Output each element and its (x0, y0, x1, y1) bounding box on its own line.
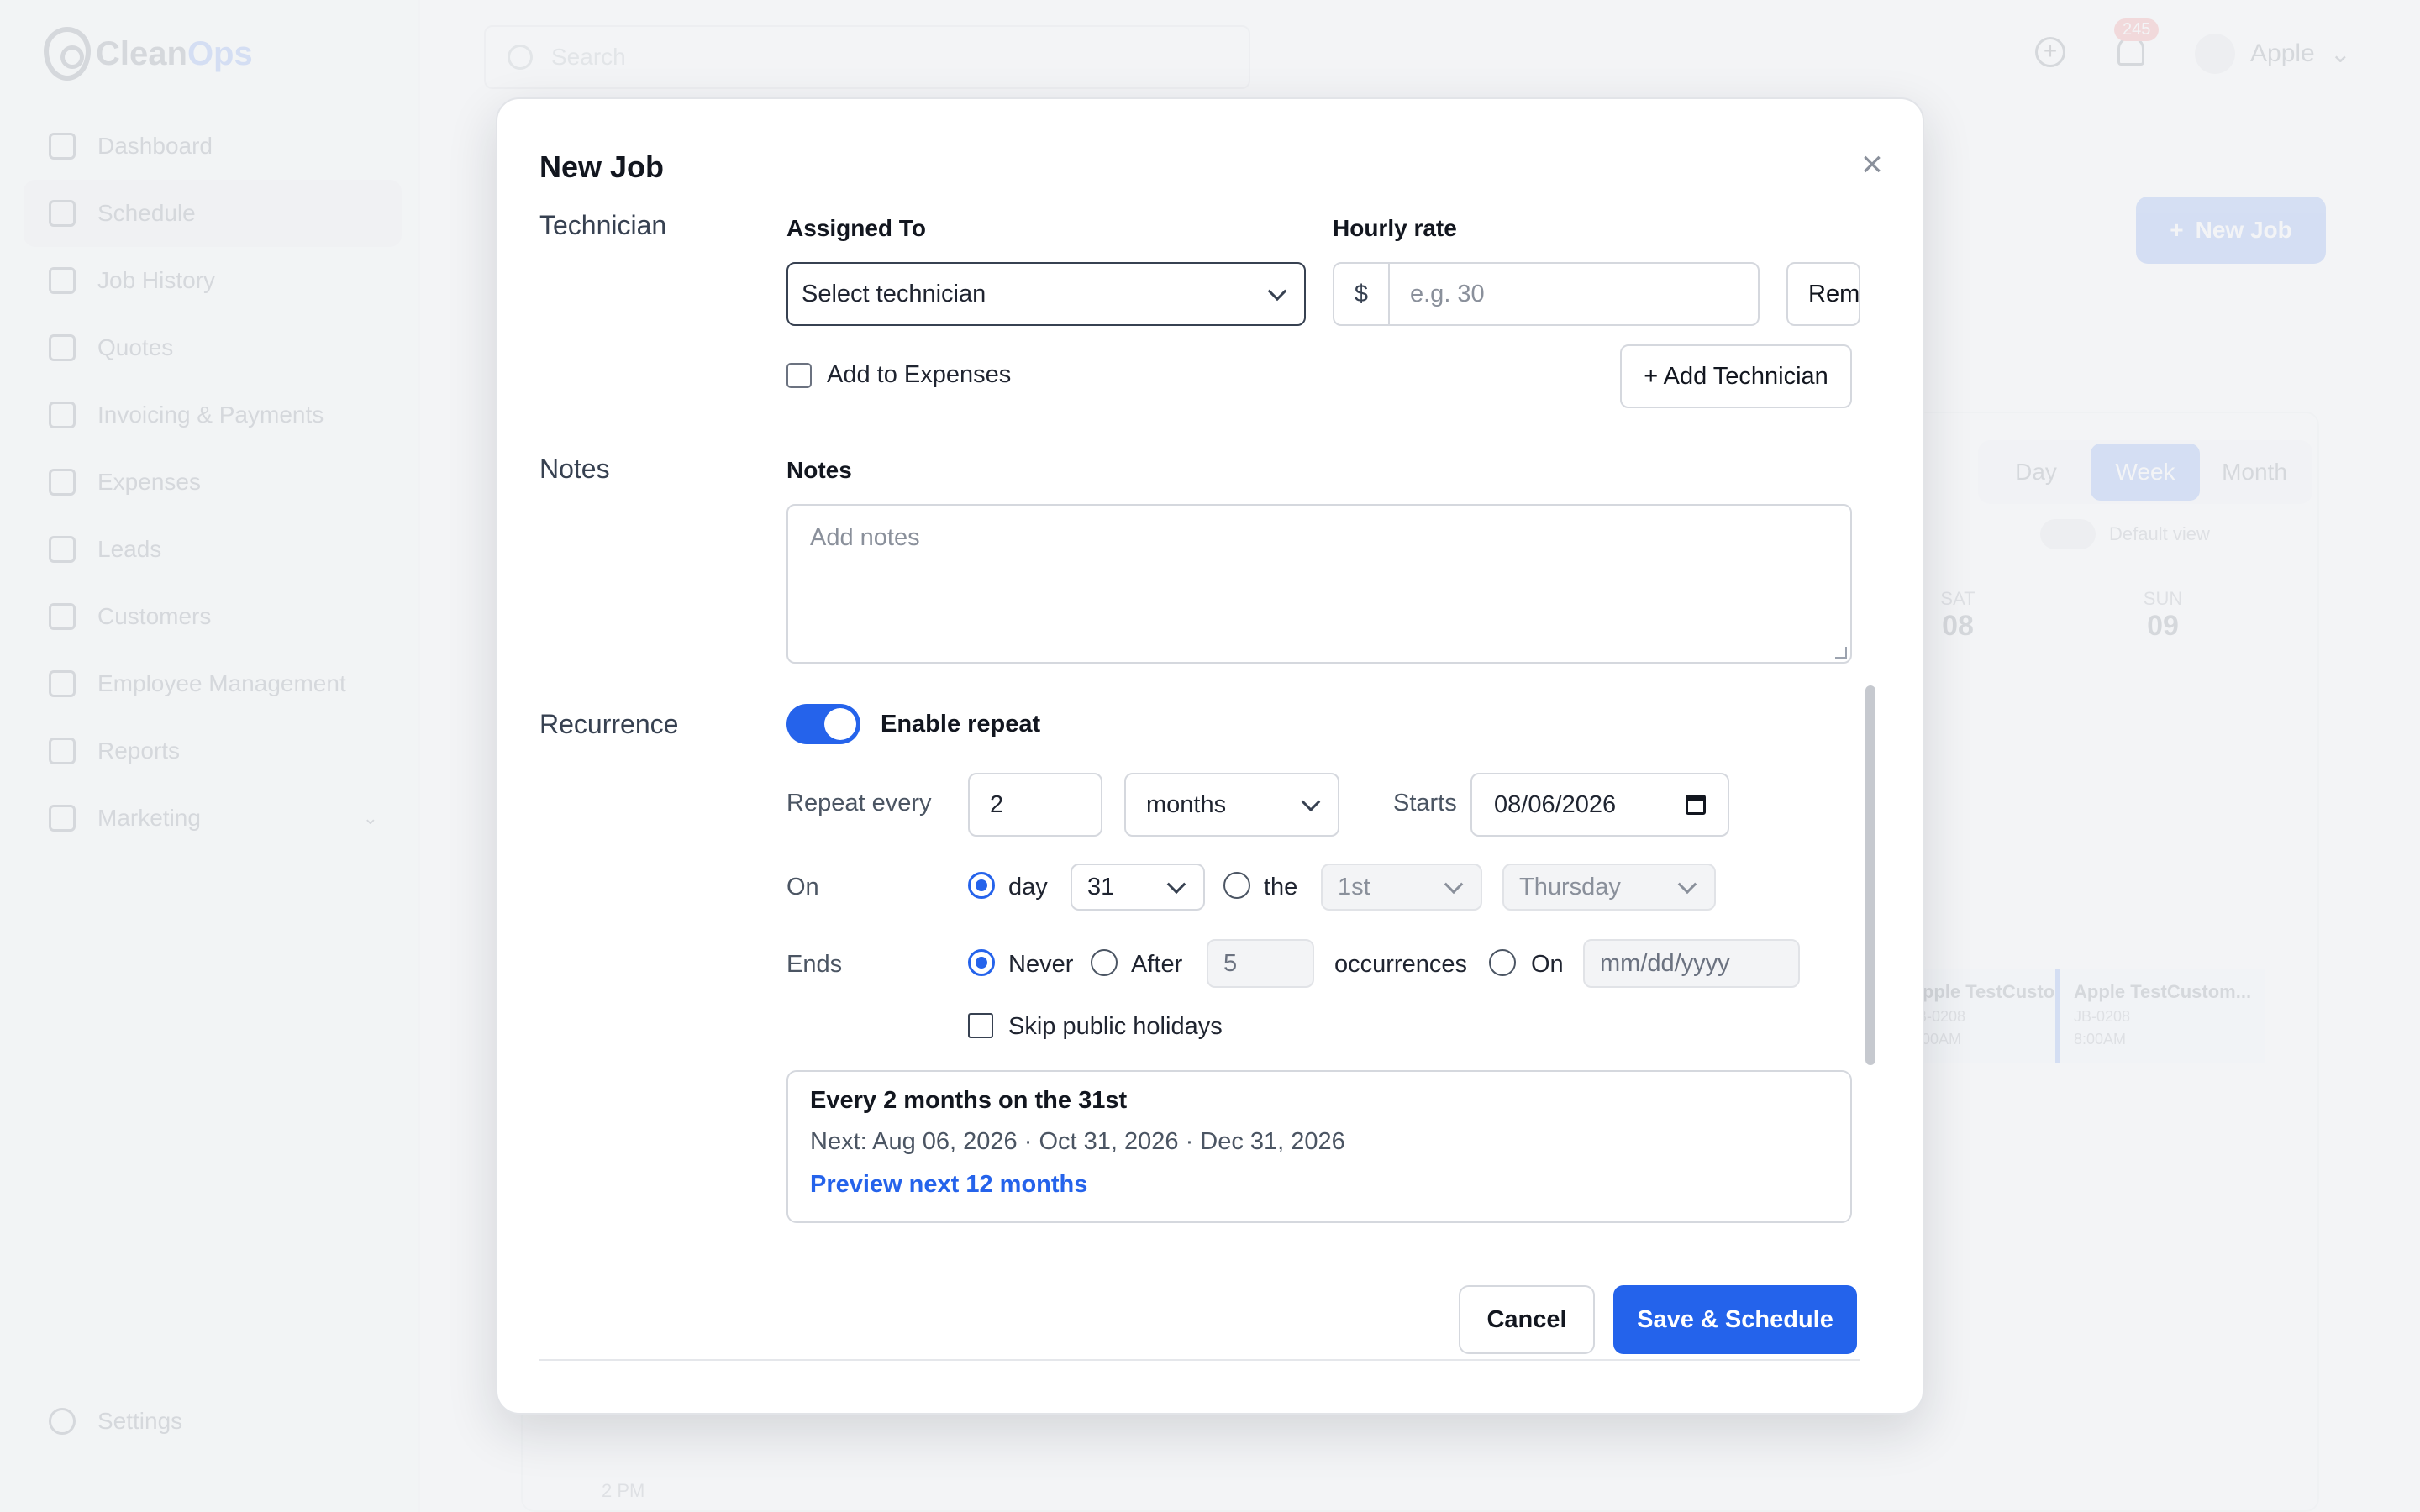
starts-label: Starts (1393, 790, 1457, 816)
resize-handle[interactable] (1835, 647, 1847, 659)
day-of-month-select[interactable]: 31 (1071, 864, 1205, 911)
summary-next-dates: Next: Aug 06, 2026 · Oct 31, 2026 · Dec … (810, 1128, 1345, 1155)
notes-label: Notes (786, 457, 852, 483)
modal-body: Technician Assigned To Select technician… (539, 198, 1860, 1361)
hourly-rate-field[interactable]: $ e.g. 30 (1333, 262, 1760, 326)
skip-holidays-label: Skip public holidays (1008, 1013, 1223, 1040)
after-option-label: After (1131, 951, 1183, 978)
section-recurrence: Recurrence (539, 709, 679, 739)
scrollbar-thumb[interactable] (1865, 685, 1876, 1065)
hourly-rate-input[interactable]: e.g. 30 (1390, 281, 1485, 308)
ordinal-select[interactable]: 1st (1321, 864, 1482, 911)
ends-on-date-radio[interactable] (1489, 949, 1516, 976)
repeat-unit-select[interactable]: months (1124, 773, 1339, 837)
chevron-down-icon (1267, 281, 1287, 302)
new-job-modal: New Job × Technician Assigned To Select … (496, 97, 1924, 1415)
on-the-radio[interactable] (1223, 872, 1250, 899)
summary-title: Every 2 months on the 31st (810, 1087, 1128, 1114)
on-date-option-label: On (1531, 951, 1564, 978)
add-to-expenses-label: Add to Expenses (827, 361, 1012, 388)
occurrences-label: occurrences (1334, 951, 1467, 978)
the-option-label: the (1264, 874, 1298, 900)
add-technician-button[interactable]: + Add Technician (1620, 344, 1852, 408)
on-day-radio[interactable] (968, 872, 995, 899)
save-schedule-button[interactable]: Save & Schedule (1613, 1285, 1857, 1354)
currency-prefix: $ (1334, 264, 1390, 324)
ends-after-radio[interactable] (1091, 949, 1118, 976)
section-technician: Technician (539, 210, 667, 240)
technician-select[interactable]: Select technician (786, 262, 1306, 326)
chevron-down-icon (1444, 874, 1464, 895)
modal-scrollbar[interactable] (1865, 198, 1876, 1361)
start-date-input[interactable]: 08/06/2026 (1470, 773, 1729, 837)
repeat-every-label: Repeat every (786, 790, 932, 816)
end-date-input[interactable]: mm/dd/yyyy (1583, 939, 1800, 988)
section-notes: Notes (539, 454, 610, 484)
hourly-rate-label: Hourly rate (1333, 215, 1457, 241)
notes-textarea[interactable]: Add notes (786, 504, 1852, 664)
add-to-expenses-checkbox[interactable] (786, 363, 812, 388)
enable-repeat-label: Enable repeat (881, 711, 1041, 738)
chevron-down-icon (1166, 874, 1186, 895)
remove-technician-button[interactable]: Rem (1786, 262, 1860, 326)
ends-never-radio[interactable] (968, 949, 995, 976)
calendar-icon[interactable] (1686, 795, 1706, 815)
modal-title: New Job (539, 150, 665, 184)
preview-next-months-link[interactable]: Preview next 12 months (810, 1171, 1828, 1199)
skip-holidays-checkbox[interactable] (968, 1013, 993, 1038)
repeat-interval-input[interactable]: 2 (968, 773, 1102, 837)
cancel-button[interactable]: Cancel (1459, 1285, 1595, 1354)
assigned-to-label: Assigned To (786, 215, 926, 241)
close-icon[interactable]: × (1857, 146, 1887, 183)
recurrence-summary: Every 2 months on the 31st Next: Aug 06,… (786, 1070, 1852, 1223)
chevron-down-icon (1677, 874, 1697, 895)
day-option-label: day (1008, 874, 1048, 900)
on-label: On (786, 874, 819, 900)
never-option-label: Never (1008, 951, 1074, 978)
enable-repeat-toggle[interactable] (786, 704, 860, 744)
weekday-select[interactable]: Thursday (1502, 864, 1716, 911)
ends-label: Ends (786, 951, 843, 978)
chevron-down-icon (1301, 792, 1321, 812)
occurrences-input[interactable]: 5 (1207, 939, 1314, 988)
